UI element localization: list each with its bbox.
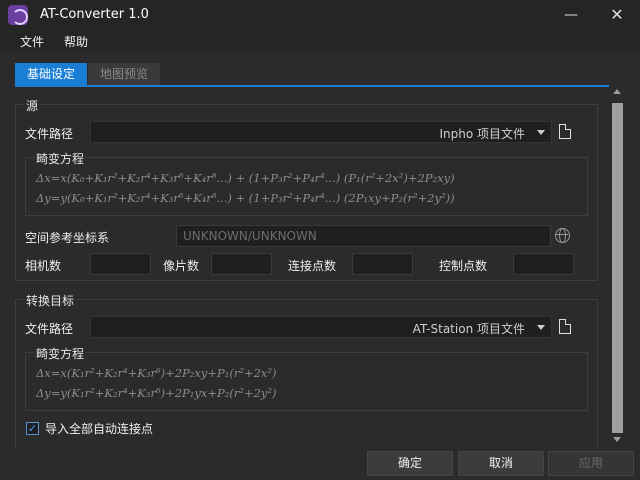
chevron-down-icon (537, 130, 545, 135)
source-format-value: Inpho 项目文件 (439, 127, 525, 141)
target-file-path-label: 文件路径 (25, 322, 74, 336)
title-bar: AT-Converter 1.0 — ✕ (0, 0, 640, 30)
tab-bar: 基础设定 地图预览 (0, 52, 640, 85)
control-count-label: 控制点数 (439, 259, 488, 273)
source-group-title: 源 (24, 97, 41, 114)
close-button[interactable]: ✕ (594, 0, 640, 30)
target-format-select[interactable]: AT-Station 项目文件 (90, 316, 552, 338)
app-logo-icon (8, 5, 28, 25)
menu-file[interactable]: 文件 (20, 33, 44, 50)
tab-basic-settings[interactable]: 基础设定 (15, 63, 87, 85)
control-count-field (513, 253, 574, 275)
crs-value: UNKNOWN/UNKNOWN (183, 229, 317, 243)
target-group-title: 转换目标 (24, 292, 77, 309)
source-file-path-label: 文件路径 (25, 127, 74, 141)
scroll-thumb[interactable] (612, 103, 623, 433)
source-equation-dx: Δx=x(K₀+K₁r²+K₂r⁴+K₃r⁶+K₄r⁸...) + (1+P₃r… (36, 171, 455, 185)
ok-button[interactable]: 确定 (367, 451, 453, 476)
window-title: AT-Converter 1.0 (40, 7, 149, 22)
vertical-scrollbar[interactable] (609, 87, 626, 447)
target-distortion-box: 畸变方程 Δx=x(K₁r²+K₂r⁴+K₃r⁶)+2P₂xy+P₁(r²+2x… (25, 345, 588, 411)
menu-bar: 文件 帮助 (0, 30, 640, 52)
crs-field: UNKNOWN/UNKNOWN (176, 225, 551, 247)
crs-label: 空间参考坐标系 (25, 231, 110, 245)
tab-map-preview[interactable]: 地图预览 (88, 63, 160, 85)
target-equation-dx: Δx=x(K₁r²+K₂r⁴+K₃r⁶)+2P₂xy+P₁(r²+2x²) (36, 366, 277, 380)
globe-icon[interactable] (555, 228, 570, 243)
minimize-button[interactable]: — (548, 0, 594, 30)
camera-count-field (90, 253, 151, 275)
import-all-auto-tie-label: 导入全部自动连接点 (45, 422, 154, 436)
target-group: 转换目标 文件路径 AT-Station 项目文件 畸变方程 Δx=x(K₁r²… (15, 292, 598, 447)
import-all-auto-tie-checkbox[interactable]: ✓ (26, 422, 39, 435)
source-distortion-title: 畸变方程 (34, 150, 87, 167)
target-distortion-title: 畸变方程 (34, 345, 87, 362)
source-format-select[interactable]: Inpho 项目文件 (90, 121, 552, 143)
photo-count-label: 像片数 (163, 259, 200, 273)
camera-count-label: 相机数 (25, 259, 62, 273)
apply-button[interactable]: 应用 (548, 451, 634, 476)
menu-help[interactable]: 帮助 (64, 33, 88, 50)
scroll-down-icon[interactable] (613, 437, 621, 442)
source-file-icon[interactable] (559, 124, 571, 139)
settings-panel: 源 文件路径 Inpho 项目文件 畸变方程 Δx=x(K₀+K₁r²+K₂r⁴… (0, 87, 640, 447)
target-file-icon[interactable] (559, 319, 571, 334)
scroll-up-icon[interactable] (613, 89, 621, 94)
photo-count-field (211, 253, 272, 275)
tie-count-label: 连接点数 (288, 259, 337, 273)
chevron-down-icon (537, 325, 545, 330)
source-equation-dy: Δy=y(K₀+K₁r²+K₂r⁴+K₃r⁶+K₄r⁸...) + (1+P₃r… (36, 191, 455, 205)
source-distortion-box: 畸变方程 Δx=x(K₀+K₁r²+K₂r⁴+K₃r⁶+K₄r⁸...) + (… (25, 150, 588, 216)
tie-count-field (352, 253, 413, 275)
source-group: 源 文件路径 Inpho 项目文件 畸变方程 Δx=x(K₀+K₁r²+K₂r⁴… (15, 97, 598, 281)
cancel-button[interactable]: 取消 (458, 451, 544, 476)
target-format-value: AT-Station 项目文件 (412, 322, 525, 336)
target-equation-dy: Δy=y(K₁r²+K₂r⁴+K₃r⁶)+2P₁yx+P₂(r²+2y²) (36, 386, 277, 400)
button-bar: 确定 取消 应用 (0, 447, 640, 480)
